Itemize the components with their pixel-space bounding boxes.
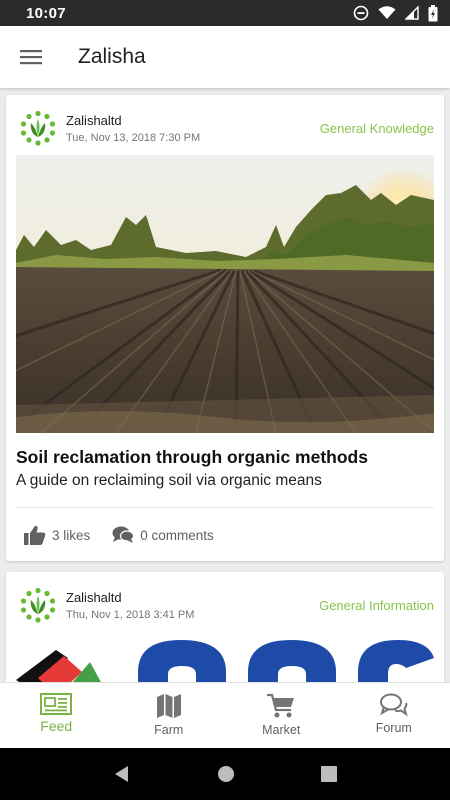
nav-market-label: Market xyxy=(262,723,301,737)
nav-farm-label: Farm xyxy=(154,723,184,737)
post-image[interactable] xyxy=(16,155,434,433)
system-navigation-bar xyxy=(0,748,450,800)
signal-icon xyxy=(405,6,419,20)
post-category[interactable]: General Knowledge xyxy=(320,121,434,136)
nav-farm[interactable]: Farm xyxy=(113,683,226,748)
feed-list[interactable]: Zalishaltd Tue, Nov 13, 2018 7:30 PM Gen… xyxy=(0,88,450,682)
nav-market[interactable]: Market xyxy=(225,683,338,748)
battery-icon xyxy=(428,4,438,21)
author-logo xyxy=(20,110,56,146)
post-author: Zalishaltd xyxy=(66,113,122,128)
wifi-icon xyxy=(378,6,396,19)
post-description: A guide on reclaiming soil via organic m… xyxy=(16,472,322,489)
menu-button[interactable] xyxy=(0,26,62,88)
cart-icon xyxy=(267,693,295,718)
status-icons xyxy=(353,4,438,22)
post-date: Thu, Nov 1, 2018 3:41 PM xyxy=(66,609,195,621)
home-icon[interactable] xyxy=(217,765,235,783)
divider xyxy=(16,507,434,508)
post-title[interactable]: Soil reclamation through organic methods xyxy=(16,447,368,468)
recents-icon[interactable] xyxy=(321,766,337,782)
bottom-navigation: Feed Farm Market Forum xyxy=(0,682,450,748)
status-bar: 10:07 xyxy=(0,0,450,26)
status-time: 10:07 xyxy=(26,4,66,22)
nav-forum[interactable]: Forum xyxy=(338,683,450,748)
do-not-disturb-icon xyxy=(353,5,369,21)
post-image[interactable] xyxy=(16,632,434,682)
nav-feed-label: Feed xyxy=(40,718,73,734)
app-bar: Zalisha xyxy=(0,26,450,88)
map-icon xyxy=(156,694,181,718)
post-header: Zalishaltd Tue, Nov 13, 2018 7:30 PM Gen… xyxy=(6,95,444,155)
thumbs-up-icon xyxy=(24,525,46,545)
newspaper-icon xyxy=(40,693,73,715)
hamburger-menu-icon xyxy=(20,50,42,65)
post-card[interactable]: Zalishaltd Tue, Nov 13, 2018 7:30 PM Gen… xyxy=(6,95,444,561)
back-icon[interactable] xyxy=(113,765,131,783)
comments-count: 0 comments xyxy=(140,527,214,543)
post-header: Zalishaltd Thu, Nov 1, 2018 3:41 PM Gene… xyxy=(6,572,444,632)
chat-bubbles-icon xyxy=(379,693,408,717)
comments-icon xyxy=(112,526,135,543)
nav-forum-label: Forum xyxy=(375,721,412,735)
post-category[interactable]: General Information xyxy=(319,598,434,613)
app-title: Zalisha xyxy=(78,45,146,68)
comment-button[interactable]: 0 comments xyxy=(112,526,214,544)
post-actions: 3 likes 0 comments xyxy=(24,525,236,545)
nav-feed[interactable]: Feed xyxy=(0,683,113,748)
likes-count: 3 likes xyxy=(52,527,91,543)
post-card[interactable]: Zalishaltd Thu, Nov 1, 2018 3:41 PM Gene… xyxy=(6,572,444,682)
post-date: Tue, Nov 13, 2018 7:30 PM xyxy=(66,132,201,144)
author-logo xyxy=(20,587,56,623)
post-author: Zalishaltd xyxy=(66,590,122,605)
like-button[interactable]: 3 likes xyxy=(24,525,90,545)
